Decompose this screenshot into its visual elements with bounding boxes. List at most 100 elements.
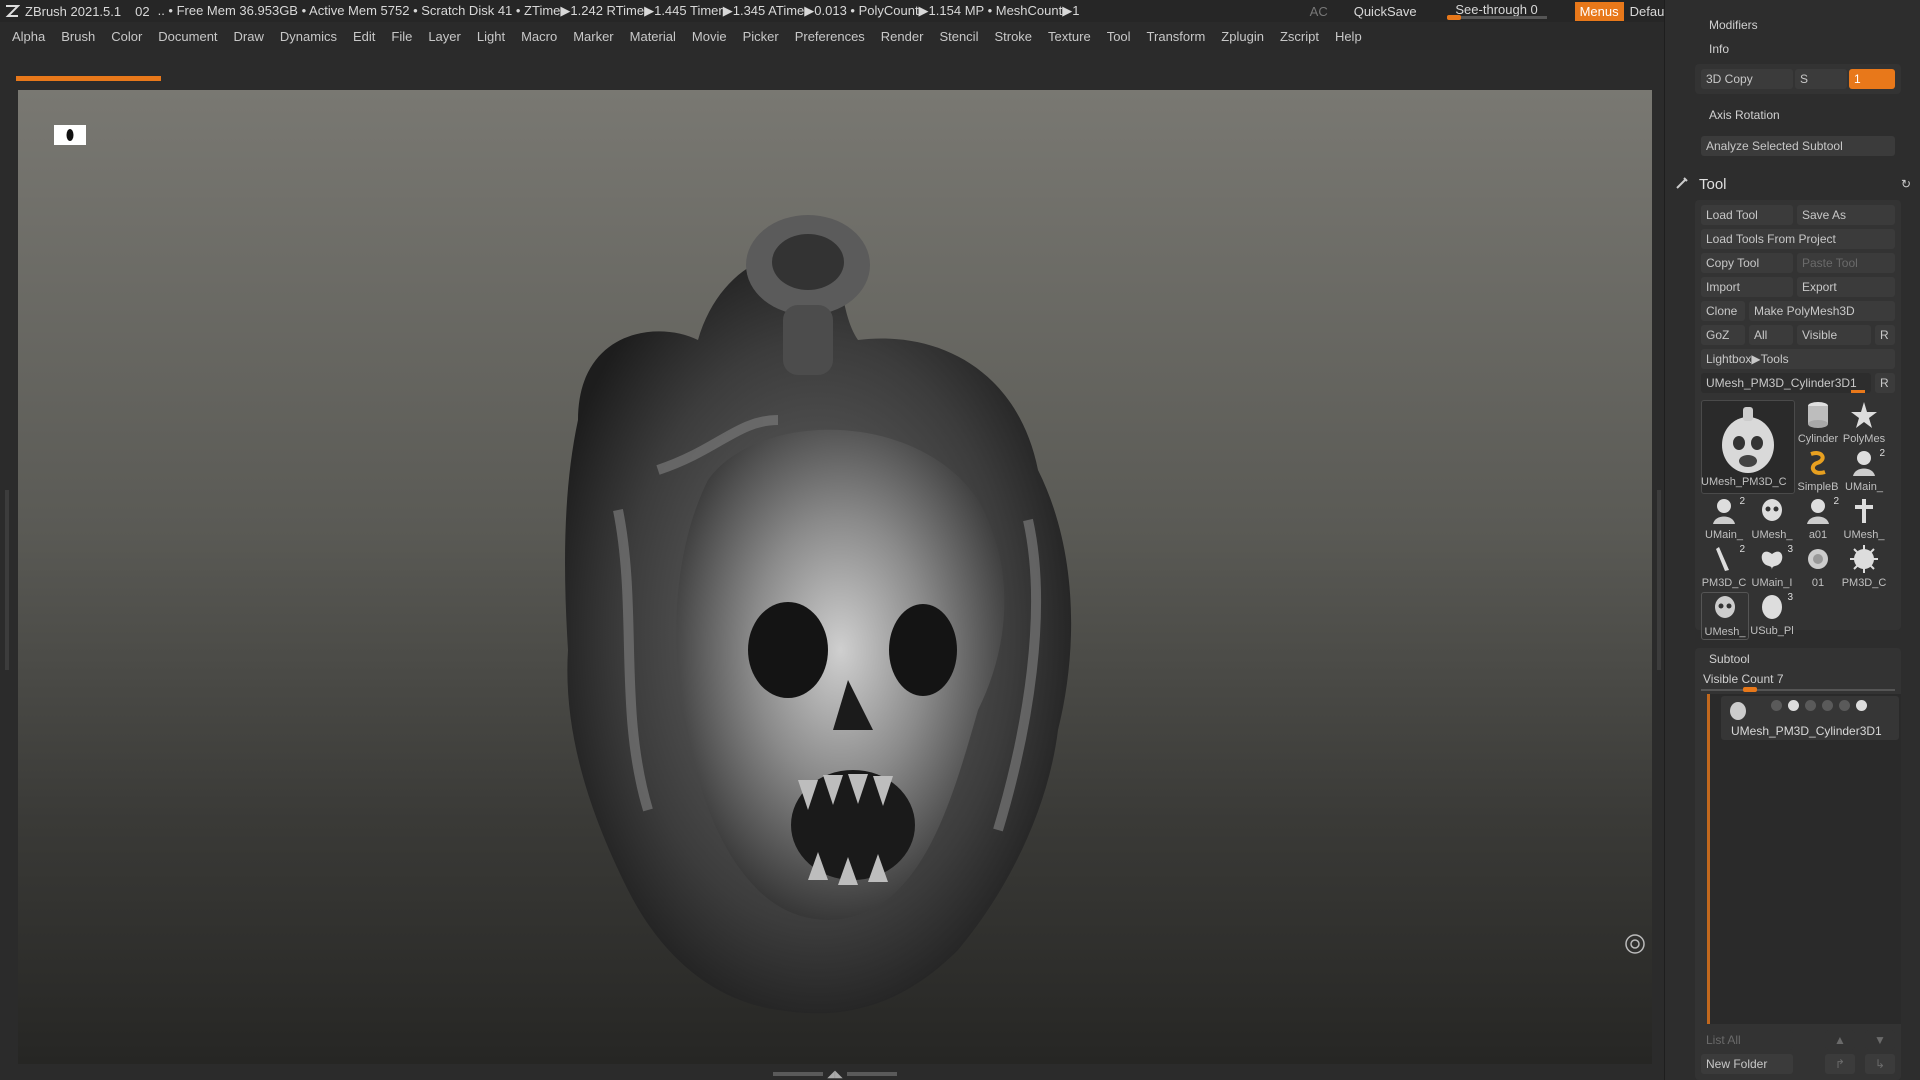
paste-tool-button[interactable]: Paste Tool	[1797, 253, 1895, 273]
menu-help[interactable]: Help	[1335, 29, 1362, 44]
menu-draw[interactable]: Draw	[234, 29, 264, 44]
skull-icon	[1762, 499, 1782, 521]
menu-color[interactable]: Color	[111, 29, 142, 44]
move-down-icon[interactable]: ▼	[1865, 1030, 1895, 1050]
menu-tool[interactable]: Tool	[1107, 29, 1131, 44]
menu-material[interactable]: Material	[630, 29, 676, 44]
pin-toggle-icon[interactable]	[1839, 700, 1850, 711]
modifiers-label[interactable]: Modifiers	[1709, 18, 1758, 32]
eye-icon[interactable]	[1856, 700, 1867, 711]
axis-rotation-label[interactable]: Axis Rotation	[1709, 108, 1780, 122]
tool-thumb-umain-2[interactable]: 2 UMain_	[1701, 496, 1747, 542]
tool-thumb-polymesh[interactable]: PolyMes	[1841, 400, 1887, 446]
menu-preferences[interactable]: Preferences	[795, 29, 865, 44]
clone-button[interactable]: Clone	[1701, 301, 1745, 321]
subtool-scrollbar[interactable]	[1707, 694, 1710, 1024]
3d-copy-button[interactable]: 3D Copy	[1701, 69, 1793, 89]
menu-zplugin[interactable]: Zplugin	[1221, 29, 1264, 44]
tool-thumb-pm3d-1[interactable]: 2 PM3D_C	[1701, 544, 1747, 590]
subtool-label[interactable]: Subtool	[1709, 652, 1750, 666]
tool-thumb-umain-3[interactable]: 3 UMain_I	[1749, 544, 1795, 590]
subtool-item[interactable]: UMesh_PM3D_Cylinder3D1	[1721, 696, 1899, 740]
zbrush-logo-icon[interactable]	[3, 2, 21, 20]
left-tray-handle[interactable]	[5, 490, 9, 670]
refresh-icon[interactable]: ↻	[1901, 177, 1911, 191]
menu-macro[interactable]: Macro	[521, 29, 557, 44]
tool-thumb-cylinder[interactable]: Cylinder	[1795, 400, 1841, 446]
tool-header[interactable]: Tool ↻	[1675, 173, 1911, 195]
menu-render[interactable]: Render	[881, 29, 924, 44]
tool-thumb-umain-1[interactable]: 2 UMain_	[1841, 448, 1887, 494]
analyze-subtool-button[interactable]: Analyze Selected Subtool	[1701, 136, 1895, 156]
menu-dynamics[interactable]: Dynamics	[280, 29, 337, 44]
dynamic-toggle-icon[interactable]	[1822, 700, 1833, 711]
floor-grid-icon[interactable]	[1624, 933, 1646, 955]
export-button[interactable]: Export	[1797, 277, 1895, 297]
menus-toggle[interactable]: Menus	[1574, 1, 1624, 21]
menu-edit[interactable]: Edit	[353, 29, 375, 44]
list-all-button[interactable]: List All	[1701, 1030, 1793, 1050]
menu-file[interactable]: File	[391, 29, 412, 44]
s-value-input[interactable]: 1	[1849, 69, 1895, 89]
tool-thumb-a01[interactable]: 2 a01	[1795, 496, 1841, 542]
menu-texture[interactable]: Texture	[1048, 29, 1091, 44]
tool-thumb-umesh-1[interactable]: UMesh_	[1749, 496, 1795, 542]
menu-document[interactable]: Document	[158, 29, 217, 44]
visible-count-knob[interactable]	[1743, 687, 1757, 692]
current-tool-slider[interactable]	[1851, 390, 1865, 393]
tool-thumb-usub[interactable]: 3 USub_Pl	[1749, 592, 1795, 638]
brush-toggle-icon[interactable]	[1771, 700, 1782, 711]
memory-stats: .. • Free Mem 36.953GB • Active Mem 5752…	[157, 3, 1080, 18]
bottom-tray-handle[interactable]: ◢◣	[770, 1069, 900, 1080]
make-polymesh-button[interactable]: Make PolyMesh3D	[1749, 301, 1895, 321]
lightbox-tools-button[interactable]: Lightbox▶Tools	[1701, 349, 1895, 369]
tool-thumb-simplebrush[interactable]: SimpleB	[1795, 448, 1841, 494]
menu-brush[interactable]: Brush	[61, 29, 95, 44]
tool-thumb-pm3d-2[interactable]: PM3D_C	[1841, 544, 1887, 590]
solo-toggle-icon[interactable]	[1805, 700, 1816, 711]
menu-light[interactable]: Light	[477, 29, 505, 44]
move-in-icon[interactable]: ↳	[1865, 1054, 1895, 1074]
tool-thumb-label: UMain_	[1705, 529, 1743, 541]
tool-thumb-label: Cylinder	[1797, 433, 1839, 445]
load-tool-button[interactable]: Load Tool	[1701, 205, 1793, 225]
goz-all-button[interactable]: All	[1749, 325, 1793, 345]
menu-stencil[interactable]: Stencil	[939, 29, 978, 44]
info-label[interactable]: Info	[1709, 42, 1729, 56]
tool-thumb-umesh-2[interactable]: UMesh_	[1841, 496, 1887, 542]
new-folder-button[interactable]: New Folder	[1701, 1054, 1793, 1074]
expand-arrows-icon[interactable]: ◢◣	[827, 1069, 842, 1080]
tool-thumb-umesh-3[interactable]: UMesh_	[1701, 592, 1749, 640]
goz-visible-button[interactable]: Visible	[1797, 325, 1871, 345]
menu-layer[interactable]: Layer	[428, 29, 461, 44]
menu-transform[interactable]: Transform	[1147, 29, 1206, 44]
goz-r-button[interactable]: R	[1875, 325, 1895, 345]
load-tools-from-project-button[interactable]: Load Tools From Project	[1701, 229, 1895, 249]
spiky-ball-icon	[1850, 545, 1878, 573]
tool-r-button[interactable]: R	[1875, 373, 1895, 393]
right-tray-handle[interactable]	[1657, 490, 1661, 670]
tool-thumb-label: UMain_I	[1751, 577, 1793, 589]
menu-zscript[interactable]: Zscript	[1280, 29, 1319, 44]
menu-picker[interactable]: Picker	[743, 29, 779, 44]
copy-tool-button[interactable]: Copy Tool	[1701, 253, 1793, 273]
see-through-knob[interactable]	[1446, 15, 1461, 20]
subtool-list[interactable]: UMesh_PM3D_Cylinder3D1	[1707, 694, 1901, 1024]
move-up-icon[interactable]: ▲	[1825, 1030, 1855, 1050]
save-as-button[interactable]: Save As	[1797, 205, 1895, 225]
see-through-slider[interactable]: See-through 0	[1445, 2, 1549, 20]
menu-stroke[interactable]: Stroke	[994, 29, 1032, 44]
canvas-viewport[interactable]	[18, 90, 1652, 1064]
current-tool-name[interactable]: UMesh_PM3D_Cylinder3D1	[1701, 373, 1871, 393]
menu-marker[interactable]: Marker	[573, 29, 613, 44]
menu-alpha[interactable]: Alpha	[12, 29, 45, 44]
tool-thumb-label: a01	[1808, 529, 1828, 541]
move-out-icon[interactable]: ↱	[1825, 1054, 1855, 1074]
goz-button[interactable]: GoZ	[1701, 325, 1745, 345]
quicksave-button[interactable]: QuickSave	[1354, 4, 1417, 19]
tool-thumb-01[interactable]: 01	[1795, 544, 1841, 590]
menu-movie[interactable]: Movie	[692, 29, 727, 44]
ac-toggle[interactable]: AC	[1310, 4, 1328, 19]
polypaint-toggle-icon[interactable]	[1788, 700, 1799, 711]
import-button[interactable]: Import	[1701, 277, 1793, 297]
